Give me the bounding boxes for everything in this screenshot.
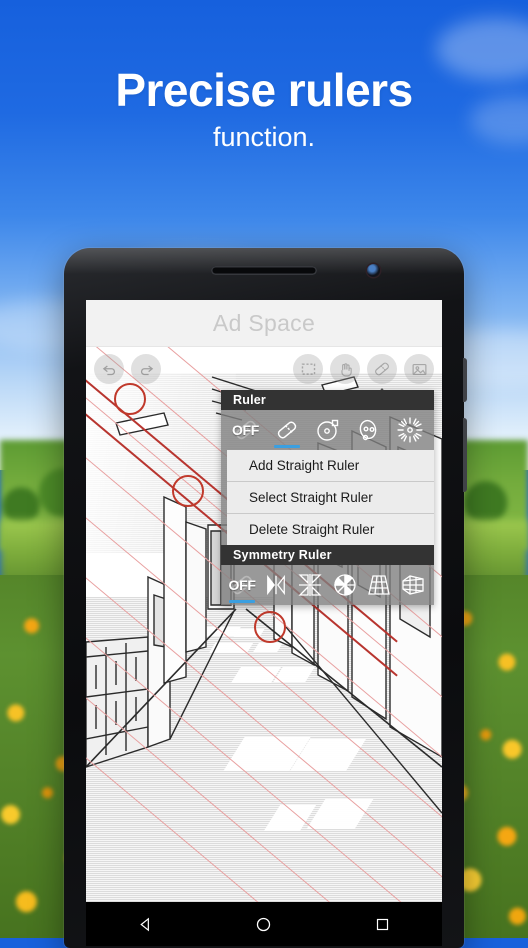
menu-item-delete-straight-ruler[interactable]: Delete Straight Ruler <box>227 514 434 545</box>
power-button[interactable] <box>463 358 467 402</box>
phone-device: Ad Space Ruler OFF Add Straight Ruler Se… <box>64 248 467 948</box>
menu-item-add-straight-ruler[interactable]: Add Straight Ruler <box>227 450 434 482</box>
ruler-icon[interactable] <box>367 354 397 395</box>
back-button[interactable] <box>115 902 175 946</box>
ruler-selected-indicator <box>273 445 300 448</box>
menu-item-select-straight-ruler[interactable]: Select Straight Ruler <box>227 482 434 514</box>
symmetry-option-perspective-grid[interactable] <box>362 565 396 605</box>
headline: Precise rulers function. <box>0 66 528 153</box>
android-nav-bar <box>86 902 442 946</box>
symmetry-option-mirror[interactable] <box>259 565 293 605</box>
front-camera <box>367 264 380 277</box>
ruler-panel: Ruler OFF Add Straight Ruler Select Stra… <box>221 390 434 605</box>
earpiece-speaker <box>211 266 317 275</box>
undo-icon[interactable] <box>94 354 124 384</box>
headline-primary: Precise rulers <box>115 64 413 116</box>
volume-button[interactable] <box>463 418 467 492</box>
symmetry-option-box-perspective[interactable] <box>396 565 430 605</box>
ruler-dropdown-menu: Add Straight Ruler Select Straight Ruler… <box>227 450 434 545</box>
symmetry-option-radial[interactable] <box>328 565 362 605</box>
headline-secondary: function. <box>212 122 316 153</box>
symmetry-section-title: Symmetry Ruler <box>221 545 434 565</box>
menu-item-label: Add Straight Ruler <box>249 458 360 473</box>
ad-banner-label: Ad Space <box>212 309 316 336</box>
symmetry-selected-indicator <box>229 600 256 603</box>
ruler-option-radial[interactable] <box>389 410 430 450</box>
selection-icon[interactable] <box>293 354 323 384</box>
ruler-options-row: OFF <box>221 410 434 450</box>
symmetry-option-off[interactable]: OFF <box>225 565 259 605</box>
menu-item-label: Delete Straight Ruler <box>249 522 375 537</box>
home-button[interactable] <box>234 902 294 946</box>
symmetry-options-row: OFF <box>221 565 434 605</box>
app-toolbar <box>86 347 442 395</box>
symmetry-off-label: OFF <box>228 577 256 593</box>
redo-icon[interactable] <box>131 354 161 384</box>
image-icon[interactable] <box>404 354 434 384</box>
recents-button[interactable] <box>353 902 413 946</box>
ruler-option-straight[interactable] <box>266 410 307 450</box>
ruler-option-circle[interactable] <box>307 410 348 450</box>
symmetry-option-vertical[interactable] <box>293 565 327 605</box>
ad-banner[interactable]: Ad Space <box>86 300 442 347</box>
ruler-option-ellipse[interactable] <box>348 410 389 450</box>
ruler-option-off[interactable]: OFF <box>225 410 266 450</box>
ruler-off-label: OFF <box>231 422 260 438</box>
hand-touch-icon[interactable] <box>330 354 360 384</box>
phone-screen: Ad Space Ruler OFF Add Straight Ruler Se… <box>86 300 442 946</box>
ruler-section-title: Ruler <box>221 390 434 410</box>
menu-item-label: Select Straight Ruler <box>249 490 373 505</box>
